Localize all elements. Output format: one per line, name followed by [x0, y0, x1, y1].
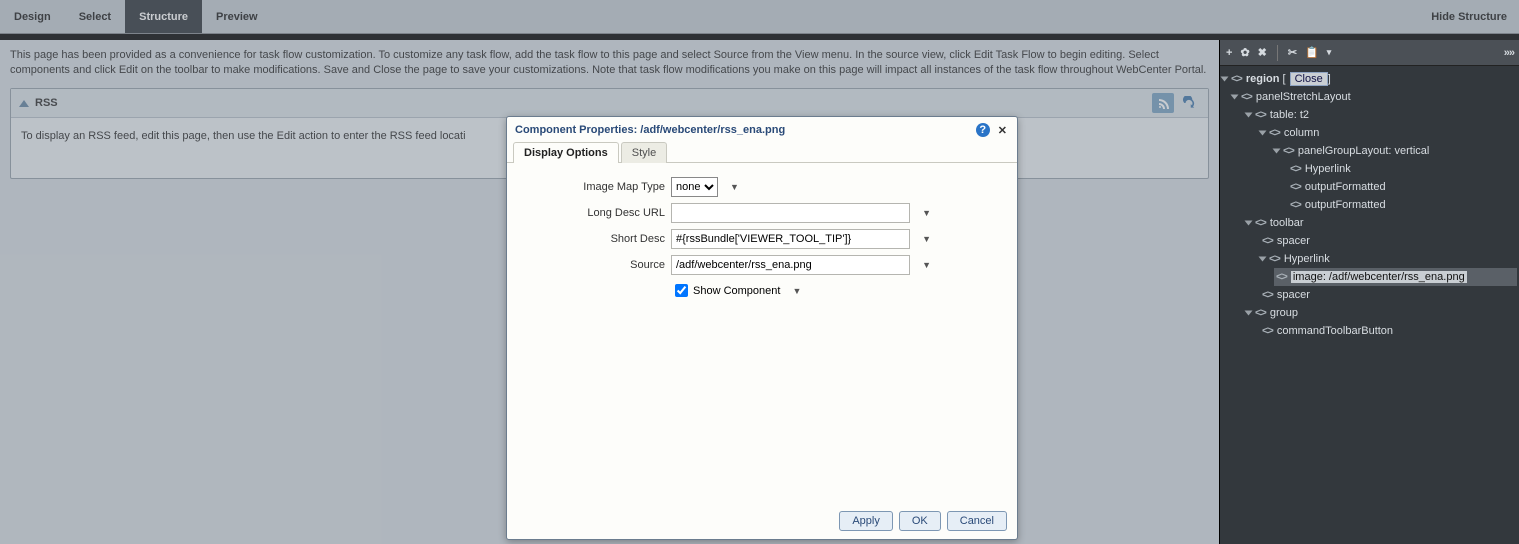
label-long-desc: Long Desc URL — [521, 207, 671, 219]
rss-panel-header: RSS — [11, 89, 1208, 118]
dialog-form: Image Map Type none ▼ Long Desc URL ▼ Sh… — [507, 163, 1017, 320]
tree-column[interactable]: <>column — [1260, 124, 1517, 142]
structure-panel: + ✿ ✖ ✂ 📋 ▾ » » <>region [Close] <>panel… — [1219, 40, 1519, 544]
tree-image-selected[interactable]: <>image: /adf/webcenter/rss_ena.png — [1274, 268, 1517, 286]
dialog-footer: Apply OK Cancel — [839, 511, 1007, 531]
tree-hyperlink2[interactable]: <>Hyperlink — [1260, 250, 1517, 268]
tree-table[interactable]: <>table: t2 — [1246, 106, 1517, 124]
cancel-button[interactable]: Cancel — [947, 511, 1007, 531]
show-component-menu-icon[interactable]: ▼ — [792, 286, 801, 296]
show-component-checkbox[interactable] — [675, 284, 688, 297]
info-text: This page has been provided as a conveni… — [10, 48, 1209, 78]
rss-icon[interactable] — [1152, 93, 1174, 113]
tab-preview[interactable]: Preview — [202, 0, 272, 33]
map-type-select[interactable]: none — [671, 177, 718, 197]
expand-icon[interactable]: » » — [1504, 47, 1513, 59]
tree-output1[interactable]: <>outputFormatted — [1288, 178, 1517, 196]
top-tabbar: Design Select Structure Preview Hide Str… — [0, 0, 1519, 34]
label-source: Source — [521, 259, 671, 271]
delete-icon[interactable]: ✖ — [1258, 46, 1267, 59]
tree-panelgroup[interactable]: <>panelGroupLayout: vertical — [1274, 142, 1517, 160]
disclosure-icon[interactable] — [19, 100, 29, 107]
paste-menu-icon[interactable]: ▾ — [1327, 47, 1332, 58]
tree-panelstretch[interactable]: <>panelStretchLayout — [1232, 88, 1517, 106]
show-component-label: Show Component — [693, 285, 780, 297]
tree-output2[interactable]: <>outputFormatted — [1288, 196, 1517, 214]
dialog-header: Component Properties: /adf/webcenter/rss… — [507, 117, 1017, 141]
refresh-icon[interactable] — [1178, 93, 1200, 113]
tree-toolbar[interactable]: <>toolbar — [1246, 214, 1517, 232]
close-icon[interactable]: ✕ — [996, 124, 1009, 137]
tree-hyperlink1[interactable]: <>Hyperlink — [1288, 160, 1517, 178]
source-menu-icon[interactable]: ▼ — [922, 260, 931, 270]
tree-cmdbutton[interactable]: <>commandToolbarButton — [1260, 322, 1517, 340]
long-desc-menu-icon[interactable]: ▼ — [922, 208, 931, 218]
gear-icon[interactable]: ✿ — [1240, 46, 1249, 59]
tab-design[interactable]: Design — [0, 0, 65, 33]
rss-title: RSS — [35, 97, 58, 109]
tree-group[interactable]: <>group — [1246, 304, 1517, 322]
label-map-type: Image Map Type — [521, 181, 671, 193]
region-close-button[interactable]: Close — [1290, 72, 1328, 86]
short-desc-input[interactable] — [671, 229, 910, 249]
component-properties-dialog: Component Properties: /adf/webcenter/rss… — [506, 116, 1018, 540]
dialog-title: Component Properties: /adf/webcenter/rss… — [515, 124, 785, 136]
tree-region[interactable]: <>region [Close] — [1222, 70, 1517, 88]
structure-tree: <>region [Close] <>panelStretchLayout <>… — [1220, 66, 1519, 344]
tab-style[interactable]: Style — [621, 142, 667, 163]
source-input[interactable] — [671, 255, 910, 275]
long-desc-input[interactable] — [671, 203, 910, 223]
add-icon[interactable]: + — [1226, 47, 1232, 59]
label-short-desc: Short Desc — [521, 233, 671, 245]
apply-button[interactable]: Apply — [839, 511, 893, 531]
cut-icon[interactable]: ✂ — [1288, 46, 1297, 59]
short-desc-menu-icon[interactable]: ▼ — [922, 234, 931, 244]
tab-select[interactable]: Select — [65, 0, 125, 33]
help-icon[interactable]: ? — [976, 123, 990, 137]
map-type-menu-icon[interactable]: ▼ — [730, 182, 739, 192]
tab-display-options[interactable]: Display Options — [513, 142, 619, 163]
tab-structure[interactable]: Structure — [125, 0, 202, 33]
hide-structure-link[interactable]: Hide Structure — [1419, 0, 1519, 33]
structure-toolbar: + ✿ ✖ ✂ 📋 ▾ » » — [1220, 40, 1519, 66]
tree-spacer1[interactable]: <>spacer — [1260, 232, 1517, 250]
ok-button[interactable]: OK — [899, 511, 941, 531]
paste-icon[interactable]: 📋 — [1305, 46, 1319, 59]
dialog-tabs: Display Options Style — [507, 141, 1017, 163]
tree-spacer2[interactable]: <>spacer — [1260, 286, 1517, 304]
